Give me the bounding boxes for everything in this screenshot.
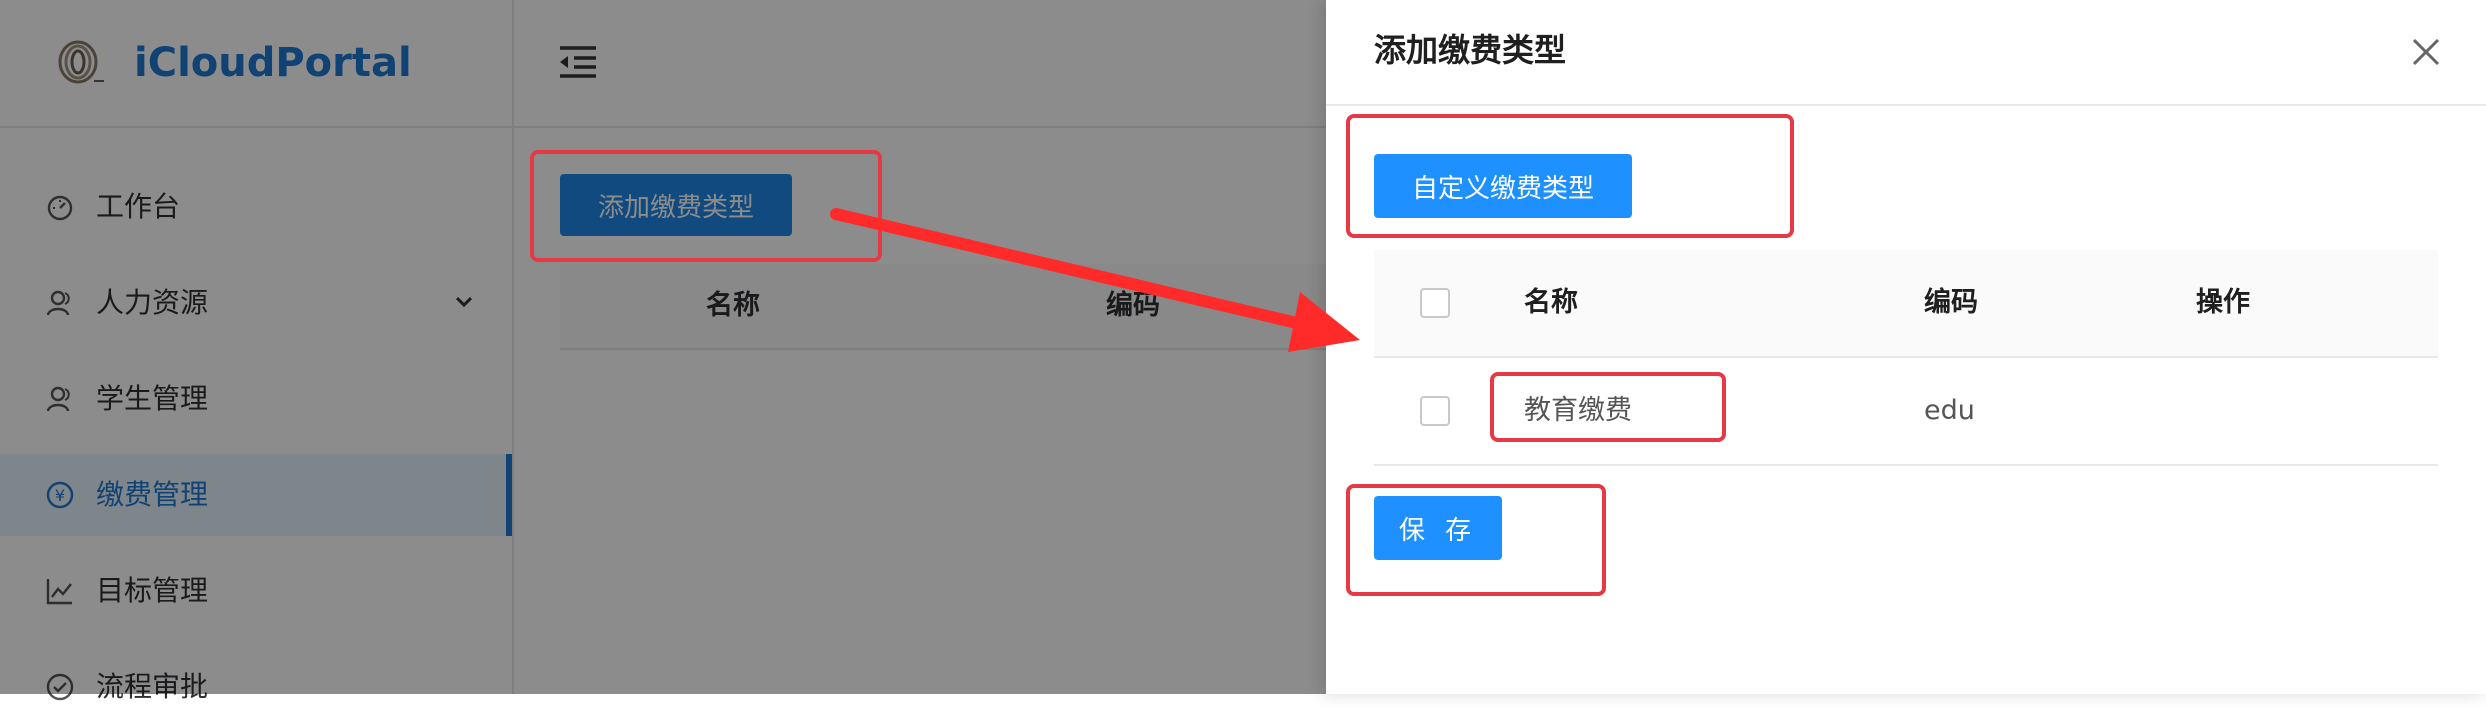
column-header-code: 编码 [1924,287,1978,318]
column-header-actions: 操作 [2196,287,2250,318]
cell-code: edu [1924,395,1975,426]
table-header: 名称 编码 操作 [1374,250,2438,358]
annotation-box-custom-button [1346,114,1794,238]
annotation-box-save-button [1346,484,1606,596]
close-icon[interactable] [2408,34,2444,70]
drawer-header: 添加缴费类型 [1326,0,2486,106]
column-header-name: 名称 [1524,287,1578,318]
annotation-box-add-button [530,150,882,262]
drawer-title: 添加缴费类型 [1374,31,1567,69]
annotation-box-row-name [1490,372,1726,442]
select-all-checkbox[interactable] [1420,288,1450,318]
row-checkbox[interactable] [1420,396,1450,426]
